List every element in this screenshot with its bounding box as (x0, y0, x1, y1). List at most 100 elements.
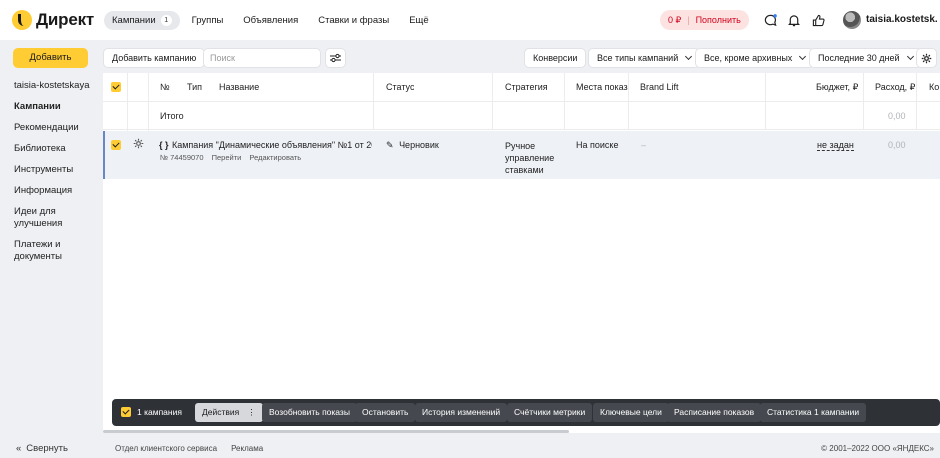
conversions-button[interactable]: Конверсии (524, 48, 587, 68)
col-strategy[interactable]: Стратегия (505, 73, 548, 102)
campaign-types-label: Все типы кампаний (597, 53, 679, 63)
sidebar-item-campaigns[interactable]: Кампании (14, 101, 94, 113)
col-extra[interactable]: Ко (929, 73, 940, 102)
status-cell: ✎ Черновик (386, 140, 439, 151)
nav-ads[interactable]: Объявления (235, 11, 306, 30)
sidebar-menu: taisia-kostetskaya Кампании Рекомендации… (14, 80, 94, 272)
top-navigation: Кампании 1 Группы Объявления Ставки и фр… (104, 11, 437, 30)
nav-bids-phrases[interactable]: Ставки и фразы (310, 11, 397, 30)
sidebar-item-recommendations[interactable]: Рекомендации (14, 122, 94, 134)
sidebar-item-ideas[interactable]: Идеи для улучшения (14, 206, 94, 230)
topup-link[interactable]: Пополнить (696, 15, 741, 25)
sidebar-item-account[interactable]: taisia-kostetskaya (14, 80, 94, 92)
chat-icon[interactable] (762, 12, 778, 28)
table-header: № Тип Название Статус Стратегия Места по… (103, 73, 940, 102)
strategy-cell: Ручное управление ставками (505, 141, 555, 175)
logo-text: Директ (36, 10, 95, 29)
selection-info: 1 кампания (121, 407, 182, 417)
campaign-id: № 74459070 Перейти Редактировать (160, 153, 301, 162)
spend-cell: 0,00 (888, 140, 906, 150)
sidebar-item-payments[interactable]: Платежи и документы (14, 239, 94, 263)
col-number[interactable]: № (160, 73, 170, 102)
table-row[interactable]: { } Кампания "Динамические объявления" №… (103, 131, 940, 179)
edit-link[interactable]: Редактировать (249, 153, 301, 162)
total-label: Итого (160, 111, 184, 121)
resume-button[interactable]: Возобновить показы (262, 403, 357, 422)
bell-icon[interactable] (786, 12, 802, 28)
period-label: Последние 30 дней (818, 53, 900, 63)
copyright: © 2001–2022 ООО «ЯНДЕКС» (821, 444, 934, 453)
brandlift-cell: – (641, 140, 647, 150)
horizontal-scrollbar[interactable] (103, 430, 569, 433)
col-places[interactable]: Места показов (576, 73, 628, 102)
chevron-down-icon (799, 52, 807, 61)
footer-links: Отдел клиентского сервиса Реклама (115, 444, 263, 453)
col-type[interactable]: Тип (187, 73, 202, 102)
balance-amount: 0 ₽ (668, 14, 682, 25)
top-header: Директ Кампании 1 Группы Объявления Став… (0, 0, 940, 40)
sidebar-item-library[interactable]: Библиотека (14, 143, 94, 155)
statistics-button[interactable]: Статистика 1 кампании (760, 403, 867, 422)
campaign-name[interactable]: Кампания "Динамические объявления" №1 от… (172, 140, 372, 150)
selection-checkbox[interactable] (121, 407, 131, 417)
campaigns-count-badge: 1 (160, 15, 172, 26)
chevron-down-icon (685, 52, 693, 61)
more-vertical-icon: ⋮ (247, 407, 256, 417)
sidebar-item-tools[interactable]: Инструменты (14, 164, 94, 176)
balance-widget[interactable]: 0 ₽ | Пополнить (660, 10, 749, 30)
stop-button[interactable]: Остановить (355, 403, 416, 422)
archive-filter-dropdown[interactable]: Все, кроме архивных (695, 48, 815, 68)
col-name[interactable]: Название (219, 73, 259, 102)
campaigns-table: № Тип Название Статус Стратегия Места по… (103, 73, 940, 433)
chevron-down-icon (906, 52, 914, 61)
nav-campaigns[interactable]: Кампании 1 (104, 11, 180, 30)
nav-more[interactable]: Ещё (401, 11, 436, 30)
select-all-checkbox[interactable] (111, 82, 121, 92)
pencil-icon: ✎ (386, 140, 394, 150)
actions-menu-button[interactable]: Действия ⋮ (195, 403, 263, 422)
add-campaign-button[interactable]: Добавить кампанию (103, 48, 206, 68)
row-checkbox[interactable] (111, 140, 121, 150)
campaign-id-text: № 74459070 (160, 153, 204, 162)
col-spend[interactable]: Расход, ₽ (875, 73, 915, 102)
footer-link-support[interactable]: Отдел клиентского сервиса (115, 444, 217, 453)
footer-link-ads[interactable]: Реклама (231, 444, 263, 453)
key-goals-button[interactable]: Ключевые цели (593, 403, 669, 422)
total-row: Итого 0,00 (103, 102, 940, 130)
total-spend: 0,00 (888, 111, 906, 121)
col-budget[interactable]: Бюджет, ₽ (816, 73, 858, 102)
row-settings-icon[interactable] (133, 138, 144, 151)
places-cell: На поиске (576, 140, 619, 150)
add-button[interactable]: Добавить (13, 48, 88, 68)
archive-filter-label: Все, кроме архивных (704, 53, 793, 63)
period-dropdown[interactable]: Последние 30 дней (809, 48, 922, 68)
budget-cell[interactable]: не задан (817, 140, 854, 151)
campaign-toolbar: Добавить кампанию Конверсии Все типы кам… (103, 48, 940, 68)
history-button[interactable]: История изменений (415, 403, 508, 422)
col-brandlift[interactable]: Brand Lift (640, 73, 679, 102)
filter-settings-icon[interactable] (325, 48, 346, 68)
sidebar: Добавить taisia-kostetskaya Кампании Рек… (0, 40, 100, 458)
campaign-types-dropdown[interactable]: Все типы кампаний (588, 48, 701, 68)
campaign-type-icon: { } (159, 140, 169, 150)
sidebar-item-information[interactable]: Информация (14, 185, 94, 197)
yandex-logo-icon (12, 10, 32, 30)
metrics-counters-button[interactable]: Счётчики метрики (507, 403, 593, 422)
user-login[interactable]: taisia.kostetsk... (866, 14, 938, 25)
user-avatar[interactable] (843, 11, 861, 29)
gear-icon[interactable] (916, 48, 937, 68)
collapse-sidebar-button[interactable]: « Свернуть (16, 443, 68, 454)
selected-count: 1 кампания (137, 407, 182, 417)
chevron-left-icon: « (16, 443, 22, 454)
go-link[interactable]: Перейти (212, 153, 242, 162)
nav-groups[interactable]: Группы (184, 11, 232, 30)
nav-campaigns-label: Кампании (112, 15, 156, 26)
direct-logo[interactable]: Директ (12, 10, 94, 30)
col-status[interactable]: Статус (386, 73, 414, 102)
schedule-button[interactable]: Расписание показов (667, 403, 762, 422)
collapse-label: Свернуть (26, 443, 68, 454)
status-text: Черновик (399, 140, 439, 150)
thumb-up-icon[interactable] (810, 12, 826, 28)
actions-label: Действия (202, 407, 240, 417)
search-input[interactable] (203, 48, 321, 68)
